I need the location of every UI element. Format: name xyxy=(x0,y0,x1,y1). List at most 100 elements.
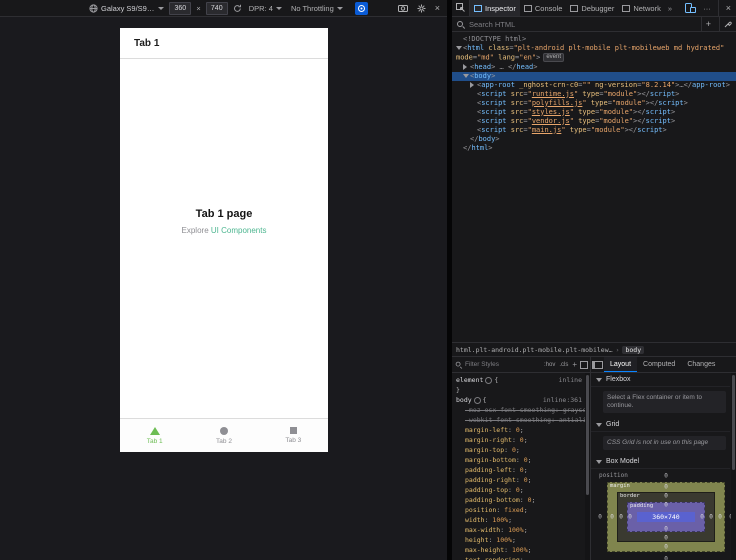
markup-line[interactable]: <head> … </head> xyxy=(452,63,736,72)
dpr-selector[interactable]: DPR: 4 xyxy=(247,4,284,13)
position-left-value[interactable]: 0 xyxy=(598,514,602,521)
ui-components-link[interactable]: UI Components xyxy=(211,226,267,235)
markup-line[interactable]: </body> xyxy=(452,135,736,144)
css-declaration[interactable]: -moz-osx-font-smoothing: grayscale; xyxy=(456,405,590,415)
sidebar-tab-computed[interactable]: Computed xyxy=(637,357,681,372)
margin-top-value[interactable]: 0 xyxy=(664,484,668,491)
rdm-settings-gear-icon[interactable] xyxy=(417,4,426,13)
tab-network[interactable]: Network xyxy=(618,0,665,16)
markup-line[interactable]: <html class="plt-android plt-mobile plt-… xyxy=(452,44,736,63)
css-declaration[interactable]: margin-top: 0; xyxy=(456,445,590,455)
scrollbar-thumb[interactable] xyxy=(732,375,735,470)
css-declaration[interactable]: -webkit-font-smoothing: antialiased; xyxy=(456,415,590,425)
tab-inspector[interactable]: Inspector xyxy=(470,0,520,16)
markup-line[interactable]: <script src="main.js" type="module"></sc… xyxy=(452,126,736,135)
app-tab-tab-2[interactable]: Tab 2 xyxy=(189,419,258,452)
add-rule-button[interactable]: + xyxy=(571,360,578,369)
class-toggle-button[interactable]: .cls xyxy=(558,362,569,368)
rule-selector[interactable]: element xyxy=(456,375,483,385)
markup-line[interactable]: <app-root _nghost-crn-c0="" ng-version="… xyxy=(452,81,736,90)
responsive-design-mode-button[interactable] xyxy=(685,3,697,13)
pseudo-class-button[interactable]: :hov xyxy=(543,362,556,368)
touch-simulation-toggle[interactable] xyxy=(354,1,368,15)
print-media-icon[interactable] xyxy=(580,360,588,369)
css-declaration[interactable]: margin-right: 0; xyxy=(456,435,590,445)
rule-selector[interactable]: body xyxy=(456,395,472,405)
padding-right-value[interactable]: 0 xyxy=(700,514,704,521)
position-bottom-value[interactable]: 0 xyxy=(664,556,668,560)
markup-line[interactable]: <script src="runtime.js" type="module"><… xyxy=(452,90,736,99)
pick-element-button[interactable] xyxy=(452,0,470,16)
box-model-content[interactable]: 360×740 xyxy=(637,512,695,522)
margin-left-value[interactable]: 0 xyxy=(610,514,614,521)
eyedropper-icon[interactable] xyxy=(719,17,736,31)
markup-line[interactable]: <body> xyxy=(452,71,736,81)
selector-highlighter-icon[interactable] xyxy=(485,376,493,384)
rule-source-link[interactable]: inline xyxy=(559,375,582,385)
screenshot-button[interactable] xyxy=(397,4,408,12)
event-badge[interactable]: event xyxy=(543,53,564,62)
css-declaration[interactable]: padding-top: 0; xyxy=(456,485,590,495)
twisty-closed-icon[interactable] xyxy=(463,63,470,72)
tab-console[interactable]: Console xyxy=(520,0,567,16)
app-tab-tab-3[interactable]: Tab 3 xyxy=(259,419,328,452)
sidebar-tab-layout[interactable]: Layout xyxy=(604,357,638,372)
markup-line[interactable]: <!DOCTYPE html> xyxy=(452,35,736,44)
search-html-input[interactable]: Search HTML xyxy=(469,20,697,29)
css-declaration[interactable]: height: 100%; xyxy=(456,535,590,545)
markup-line[interactable]: </html> xyxy=(452,144,736,153)
scrollbar-thumb[interactable] xyxy=(586,375,589,495)
viewport-height-input[interactable]: 740 xyxy=(205,1,228,15)
css-declaration[interactable]: max-width: 100%; xyxy=(456,525,590,535)
grid-section-header[interactable]: Grid xyxy=(591,418,730,432)
border-right-value[interactable]: 0 xyxy=(709,514,713,521)
more-tools-button[interactable]: » xyxy=(665,0,675,16)
layout-scrollbar[interactable] xyxy=(731,373,736,560)
css-declaration[interactable]: padding-bottom: 0; xyxy=(456,495,590,505)
margin-bottom-value[interactable]: 0 xyxy=(664,544,668,551)
breadcrumb-item[interactable]: html.plt-android.plt-mobile.plt-mobilew… xyxy=(456,346,613,354)
border-top-value[interactable]: 0 xyxy=(664,493,668,500)
css-declaration[interactable]: max-height: 100%; xyxy=(456,545,590,555)
twisty-open-icon[interactable] xyxy=(463,72,470,81)
css-declaration[interactable]: padding-left: 0; xyxy=(456,465,590,475)
sidebar-tab-changes[interactable]: Changes xyxy=(681,357,721,372)
twisty-open-icon[interactable] xyxy=(456,44,463,53)
border-left-value[interactable]: 0 xyxy=(619,514,623,521)
device-selector[interactable]: Galaxy S9/S9… xyxy=(89,4,165,13)
close-brace: } xyxy=(456,386,460,394)
devtools-menu-button[interactable]: ··· xyxy=(703,4,711,13)
position-top-value[interactable]: 0 xyxy=(664,473,668,480)
border-bottom-value[interactable]: 0 xyxy=(664,535,668,542)
css-declaration[interactable]: text-rendering: xyxy=(456,555,590,560)
rotate-viewport-icon[interactable] xyxy=(233,4,242,13)
padding-left-value[interactable]: 0 xyxy=(628,514,632,521)
padding-top-value[interactable]: 0 xyxy=(664,502,668,509)
sidebar-toggle-icon[interactable] xyxy=(591,357,604,372)
rule-source-link[interactable]: inline:361 xyxy=(543,395,582,405)
close-devtools-button[interactable]: × xyxy=(726,3,731,13)
padding-bottom-value[interactable]: 0 xyxy=(664,526,668,533)
box-model-section-header[interactable]: Box Model xyxy=(591,455,730,469)
close-rdm-button[interactable]: × xyxy=(435,3,440,13)
add-node-button[interactable]: + xyxy=(700,17,715,31)
css-declaration[interactable]: margin-bottom: 0; xyxy=(456,455,590,465)
throttling-selector[interactable]: No Throttling xyxy=(289,4,345,13)
markup-line[interactable]: <script src="vendor.js" type="module"></… xyxy=(452,117,736,126)
css-declaration[interactable]: width: 100%; xyxy=(456,515,590,525)
flexbox-section-header[interactable]: Flexbox xyxy=(591,373,730,387)
twisty-closed-icon[interactable] xyxy=(470,81,477,90)
tab-debugger[interactable]: Debugger xyxy=(566,0,618,16)
app-tab-tab-1[interactable]: Tab 1 xyxy=(120,419,189,452)
filter-styles-input[interactable]: Filter Styles xyxy=(465,361,541,368)
rules-scrollbar[interactable] xyxy=(585,373,590,560)
margin-right-value[interactable]: 0 xyxy=(718,514,722,521)
selector-highlighter-icon[interactable] xyxy=(473,396,481,404)
markup-line[interactable]: <script src="styles.js" type="module"></… xyxy=(452,108,736,117)
css-declaration[interactable]: padding-right: 0; xyxy=(456,475,590,485)
breadcrumb-item[interactable]: body xyxy=(622,345,645,354)
markup-line[interactable]: <script src="polyfills.js" type="module"… xyxy=(452,99,736,108)
viewport-width-input[interactable]: 360 xyxy=(169,1,192,15)
css-declaration[interactable]: position: fixed; xyxy=(456,505,590,515)
css-declaration[interactable]: margin-left: 0; xyxy=(456,425,590,435)
